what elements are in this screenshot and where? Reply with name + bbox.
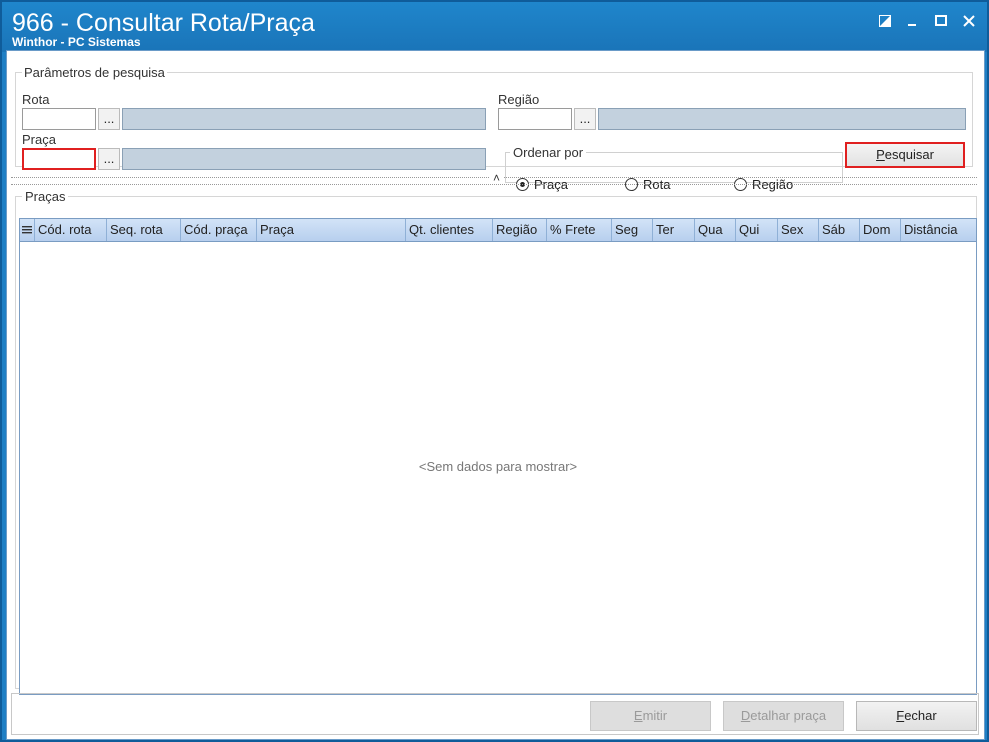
column-header-qt-clientes[interactable]: Qt. clientes [406, 219, 493, 241]
column-header-sex[interactable]: Sex [778, 219, 819, 241]
fechar-mnemonic: F [896, 708, 905, 723]
window-title: 966 - Consultar Rota/Praça [12, 9, 315, 37]
emitir-mnemonic: E [633, 708, 643, 723]
search-button-mnemonic: P [876, 147, 885, 162]
search-button-label: esquisar [884, 147, 934, 162]
grid-empty-message: <Sem dados para mostrar> [418, 459, 578, 474]
regiao-label: Região [498, 92, 540, 107]
client-area: Parâmetros de pesquisa Rota ... Região .… [6, 50, 985, 740]
column-header-cod-praca[interactable]: Cód. praça [181, 219, 257, 241]
column-header-sab[interactable]: Sáb [819, 219, 860, 241]
panel-splitter[interactable]: ˄ [11, 172, 977, 185]
column-header-seg[interactable]: Seg [612, 219, 653, 241]
column-header-cod-rota[interactable]: Cód. rota [35, 219, 107, 241]
footer-bar: Emitir Detalhar praça Fechar [11, 693, 979, 735]
window-subtitle: Winthor - PC Sistemas [12, 35, 141, 49]
restore-layout-icon[interactable] [874, 12, 896, 32]
detalhar-mnemonic: D [740, 708, 751, 723]
search-button[interactable]: Pesquisar [845, 142, 965, 168]
collapse-up-icon[interactable]: ˄ [489, 172, 505, 184]
fechar-button[interactable]: Fechar [856, 701, 977, 731]
column-chooser-icon[interactable] [20, 219, 35, 241]
column-header-qua[interactable]: Qua [695, 219, 736, 241]
column-header-qui[interactable]: Qui [736, 219, 778, 241]
rota-label: Rota [22, 92, 50, 107]
detalhar-label: etalhar praça [750, 708, 827, 723]
pracas-legend: Praças [25, 189, 66, 204]
search-parameters-legend: Parâmetros de pesquisa [24, 65, 165, 80]
column-header-seq-rota[interactable]: Seq. rota [107, 219, 181, 241]
title-bar[interactable]: 966 - Consultar Rota/Praça Winthor - PC … [2, 2, 987, 52]
fechar-label: echar [904, 708, 937, 723]
rota-code-input[interactable] [22, 108, 96, 130]
app-window: 966 - Consultar Rota/Praça Winthor - PC … [0, 0, 989, 742]
regiao-code-input[interactable] [498, 108, 572, 130]
rota-description-field [122, 108, 486, 130]
praca-code-input[interactable] [22, 148, 96, 170]
minimize-icon[interactable] [902, 12, 924, 32]
detalhar-praca-button[interactable]: Detalhar praça [723, 701, 844, 731]
column-header-praca[interactable]: Praça [257, 219, 406, 241]
emitir-button[interactable]: Emitir [590, 701, 711, 731]
pracas-group: Praças Cód. rota Seq. rota Cód. praça Pr… [15, 189, 977, 695]
regiao-lookup-button[interactable]: ... [574, 108, 596, 130]
column-header-frete[interactable]: % Frete [547, 219, 612, 241]
grid-header: Cód. rota Seq. rota Cód. praça Praça Qt.… [20, 219, 976, 242]
close-icon[interactable] [958, 12, 980, 32]
praca-lookup-button[interactable]: ... [98, 148, 120, 170]
emitir-label: mitir [642, 708, 668, 723]
search-parameters-group: Parâmetros de pesquisa Rota ... Região .… [15, 65, 973, 192]
regiao-description-field [598, 108, 966, 130]
maximize-icon[interactable] [930, 12, 952, 32]
column-header-ter[interactable]: Ter [653, 219, 695, 241]
column-header-regiao[interactable]: Região [493, 219, 547, 241]
rota-lookup-button[interactable]: ... [98, 108, 120, 130]
praca-label: Praça [22, 132, 56, 147]
column-header-dom[interactable]: Dom [860, 219, 901, 241]
column-header-distancia[interactable]: Distância [901, 219, 976, 241]
order-by-legend: Ordenar por [513, 145, 584, 160]
pracas-grid[interactable]: Cód. rota Seq. rota Cód. praça Praça Qt.… [19, 218, 977, 695]
praca-description-field [122, 148, 486, 170]
